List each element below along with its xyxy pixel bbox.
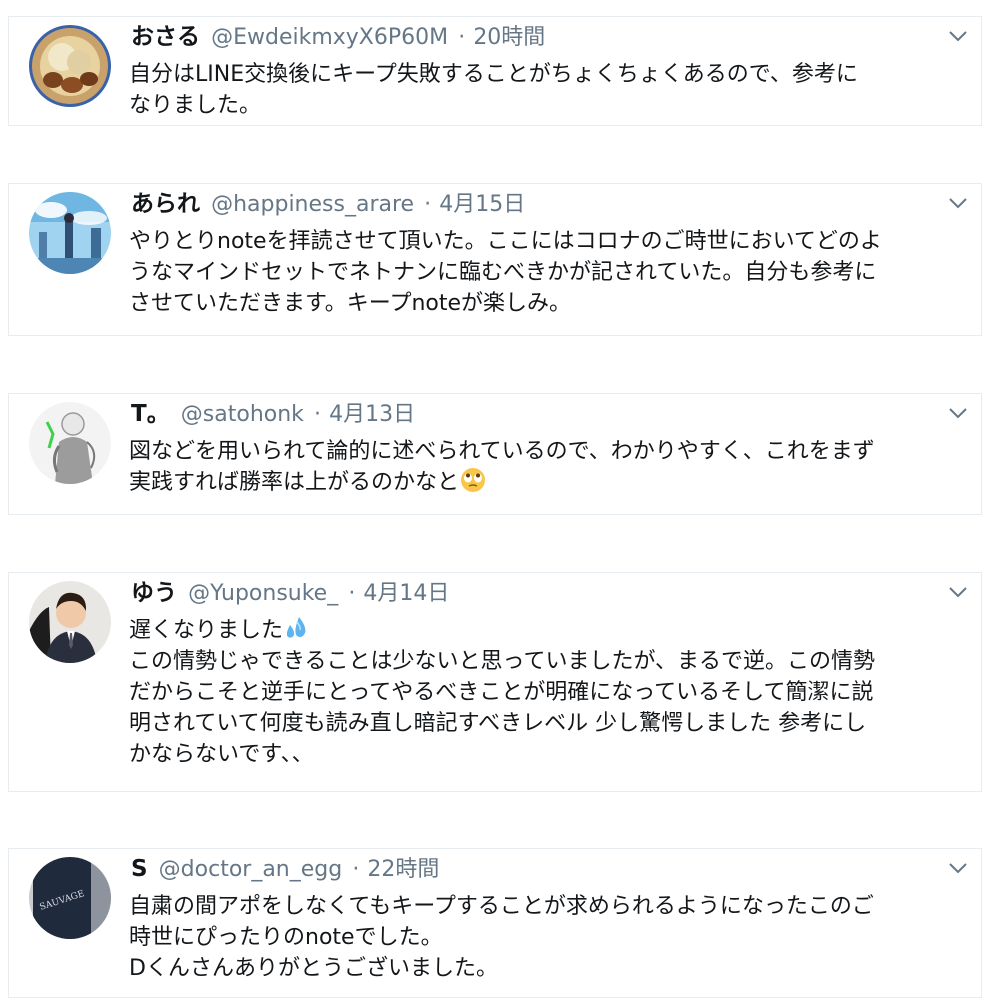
tweet-header: T。 @satohonk · 4月13日 xyxy=(131,396,941,432)
sketch-character-avatar[interactable] xyxy=(29,402,111,484)
display-name[interactable]: T。 xyxy=(131,401,170,427)
tweet-text-line: だからこそと逆手にとってやるべきことが明確になっているそして簡潔に説 xyxy=(129,680,874,705)
chevron-down-icon[interactable] xyxy=(947,25,969,47)
timestamp[interactable]: 20時間 xyxy=(473,25,545,50)
tweet-text-line: やりとりnoteを拝読させて頂いた。ここにはコロナのご時世においてどのよ xyxy=(129,229,882,254)
tweet-text: やりとりnoteを拝読させて頂いた。ここにはコロナのご時世においてどのよ うなマ… xyxy=(129,226,969,319)
tweet-text-line: 明されていて何度も読み直し暗記すべきレベル 少し驚愕しました 参考にし xyxy=(129,711,867,736)
man-in-suit-avatar[interactable] xyxy=(29,581,111,663)
tweet-card[interactable]: あられ @happiness_arare · 4月15日 やりとりnoteを拝読… xyxy=(8,183,982,336)
tweet-card[interactable]: ゆう @Yuponsuke_ · 4月14日 遅くなりました この情勢じゃできる… xyxy=(8,572,982,792)
user-handle[interactable]: @happiness_arare xyxy=(211,192,414,217)
user-handle[interactable]: @EwdeikmxyX6P60M xyxy=(211,25,448,50)
timestamp[interactable]: 22時間 xyxy=(367,857,439,882)
timestamp[interactable]: 4月14日 xyxy=(363,581,449,606)
tweet-text-line: 図などを用いられて論的に述べられているので、わかりやすく、これをまず xyxy=(129,439,875,464)
sweat-droplets-emoji xyxy=(286,617,306,638)
tweet-card[interactable]: SAUVAGE S @doctor_an_egg · 22時間 自粛の間アポをし… xyxy=(8,848,982,998)
tweet-text: 遅くなりました この情勢じゃできることは少ないと思っていましたが、まるで逆。この… xyxy=(129,615,969,770)
tweet-card[interactable]: T。 @satohonk · 4月13日 図などを用いられて論的に述べられている… xyxy=(8,393,982,515)
user-handle[interactable]: @doctor_an_egg xyxy=(159,857,343,882)
tweet-text-line: 自分はLINE交換後にキープ失敗することがちょくちょくあるので、参考に xyxy=(129,62,858,87)
tweet-header: おさる @EwdeikmxyX6P60M · 20時間 xyxy=(131,19,941,55)
separator-dot: · xyxy=(314,402,322,427)
separator-dot: · xyxy=(458,25,466,50)
tweet-text-line: かならないです、、 xyxy=(129,742,314,767)
tweet-text-line: なりました。 xyxy=(129,93,262,118)
tweet-text-line: この情勢じゃできることは少ないと思っていましたが、まるで逆。この情勢 xyxy=(129,649,876,674)
separator-dot: · xyxy=(352,857,360,882)
tweet-header: あられ @happiness_arare · 4月15日 xyxy=(131,186,941,222)
tweet-text: 自粛の間アポをしなくてもキープすることが求められるようになったこのご 時世にぴっ… xyxy=(129,891,969,984)
chevron-down-icon[interactable] xyxy=(947,192,969,214)
perfume-bottle-avatar[interactable]: SAUVAGE xyxy=(29,857,111,939)
timestamp[interactable]: 4月13日 xyxy=(329,402,415,427)
tweet-text: 図などを用いられて論的に述べられているので、わかりやすく、これをまず 実践すれば… xyxy=(129,436,969,498)
tweet-text-line: させていただきます。キープnoteが楽しみ。 xyxy=(129,291,572,316)
display-name[interactable]: あられ xyxy=(131,191,200,217)
separator-dot: · xyxy=(348,581,356,606)
tweet-text-line-with-emoji: 遅くなりました xyxy=(129,615,969,646)
separator-dot: · xyxy=(424,192,432,217)
user-handle[interactable]: @satohonk xyxy=(181,402,304,427)
chevron-down-icon[interactable] xyxy=(947,857,969,879)
tweet-header: S @doctor_an_egg · 22時間 xyxy=(131,851,941,887)
rolling-eyes-emoji xyxy=(461,468,486,492)
tweet-card[interactable]: おさる @EwdeikmxyX6P60M · 20時間 自分はLINE交換後にキ… xyxy=(8,16,982,126)
display-name[interactable]: おさる xyxy=(131,24,200,50)
tweet-text-line: 自粛の間アポをしなくてもキープすることが求められるようになったこのご xyxy=(129,894,874,919)
tweet-text-line: Dくんさんありがとうございました。 xyxy=(129,956,498,981)
user-handle[interactable]: @Yuponsuke_ xyxy=(188,581,338,606)
tweet-text-segment: 実践すれば勝率は上がるのかなと xyxy=(129,470,460,495)
food-avatar[interactable] xyxy=(29,25,111,107)
anime-scene-avatar[interactable] xyxy=(29,192,111,274)
tweet-text-segment: 遅くなりました xyxy=(129,618,284,643)
tweet-header: ゆう @Yuponsuke_ · 4月14日 xyxy=(131,575,941,611)
tweet-text-line: 時世にぴったりのnoteでした。 xyxy=(129,925,443,950)
display-name[interactable]: S xyxy=(131,856,148,882)
tweet-text-line-with-emoji: 実践すれば勝率は上がるのかなと xyxy=(129,467,969,498)
chevron-down-icon[interactable] xyxy=(947,402,969,424)
display-name[interactable]: ゆう xyxy=(131,580,177,606)
chevron-down-icon[interactable] xyxy=(947,581,969,603)
timestamp[interactable]: 4月15日 xyxy=(439,192,525,217)
tweet-text-line: うなマインドセットでネトナンに臨むべきかが記されていた。自分も参考に xyxy=(129,260,877,285)
tweet-text: 自分はLINE交換後にキープ失敗することがちょくちょくあるので、参考に なりまし… xyxy=(129,59,969,121)
